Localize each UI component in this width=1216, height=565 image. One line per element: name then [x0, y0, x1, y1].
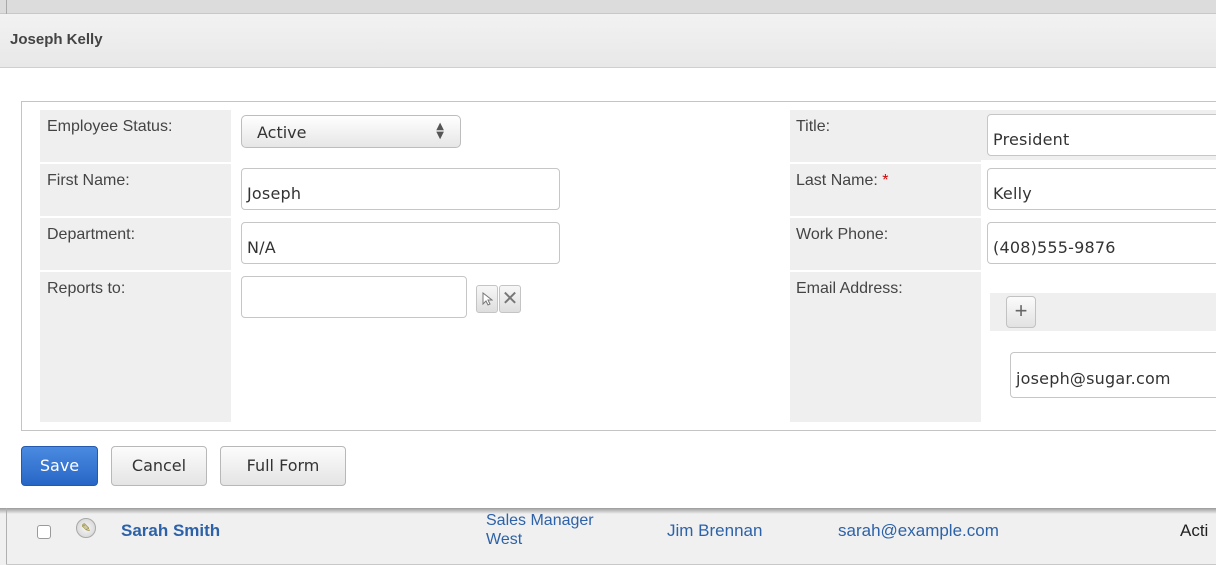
- department-input[interactable]: N/A: [241, 222, 560, 264]
- department-value: N/A: [247, 238, 276, 257]
- row-divider: [40, 270, 231, 272]
- required-marker: *: [882, 172, 889, 189]
- right-label-column: [790, 110, 981, 422]
- email-value: joseph@sugar.com: [1016, 369, 1171, 388]
- row-name-link[interactable]: Sarah Smith: [121, 521, 220, 541]
- row-status: Acti: [1180, 521, 1209, 540]
- row-divider: [40, 162, 231, 164]
- employee-status-value: Active: [257, 123, 307, 142]
- title-input[interactable]: President: [987, 114, 1216, 156]
- reports-to-label: Reports to:: [47, 280, 126, 297]
- row-divider: [790, 270, 1216, 272]
- last-name-value: Kelly: [993, 184, 1032, 203]
- department-label: Department:: [47, 226, 136, 243]
- work-phone-label: Work Phone:: [796, 226, 889, 243]
- select-arrows-icon: ▲ ▼: [436, 121, 444, 141]
- email-input[interactable]: joseph@sugar.com: [1010, 352, 1216, 398]
- first-name-input[interactable]: Joseph: [241, 168, 560, 210]
- cursor-arrow-icon: [482, 291, 494, 306]
- clear-button[interactable]: ✕: [499, 285, 521, 313]
- plus-icon: +: [1014, 298, 1028, 323]
- title-value: President: [993, 130, 1070, 149]
- row-title-line1: Sales Manager: [486, 512, 594, 529]
- left-label-column: [40, 110, 231, 422]
- row-reports-to-link[interactable]: Jim Brennan: [667, 521, 762, 541]
- row-title-line2: West: [486, 531, 523, 548]
- row-checkbox[interactable]: [37, 525, 51, 539]
- add-email-button[interactable]: +: [1006, 296, 1036, 328]
- title-label: Title:: [796, 118, 831, 135]
- select-record-button[interactable]: [476, 285, 498, 313]
- record-title: Joseph Kelly: [10, 31, 103, 48]
- record-header: Joseph Kelly: [0, 14, 1216, 68]
- employee-status-select[interactable]: Active ▲ ▼: [241, 115, 461, 148]
- row-title: Sales Manager West: [486, 511, 594, 549]
- first-name-value: Joseph: [247, 184, 302, 203]
- cancel-button[interactable]: Cancel: [111, 446, 207, 486]
- last-name-input[interactable]: Kelly: [987, 168, 1216, 210]
- work-phone-input[interactable]: (408)555-9876: [987, 222, 1216, 264]
- full-form-button[interactable]: Full Form: [220, 446, 346, 486]
- first-name-label: First Name:: [47, 172, 130, 189]
- employee-status-label: Employee Status:: [47, 118, 173, 135]
- list-top-strip: [0, 0, 1216, 14]
- save-button[interactable]: Save: [21, 446, 98, 486]
- close-icon: ✕: [501, 288, 519, 310]
- row-divider: [790, 162, 1216, 164]
- last-name-label-text: Last Name:: [796, 172, 878, 189]
- row-email-link[interactable]: sarah@example.com: [838, 521, 999, 541]
- row-divider: [40, 216, 231, 218]
- reports-to-input[interactable]: [241, 276, 467, 318]
- last-name-label: Last Name: *: [796, 172, 889, 190]
- pencil-icon[interactable]: ✎: [76, 518, 96, 538]
- work-phone-value: (408)555-9876: [993, 238, 1116, 257]
- email-address-label: Email Address:: [796, 280, 903, 297]
- row-divider: [790, 216, 1216, 218]
